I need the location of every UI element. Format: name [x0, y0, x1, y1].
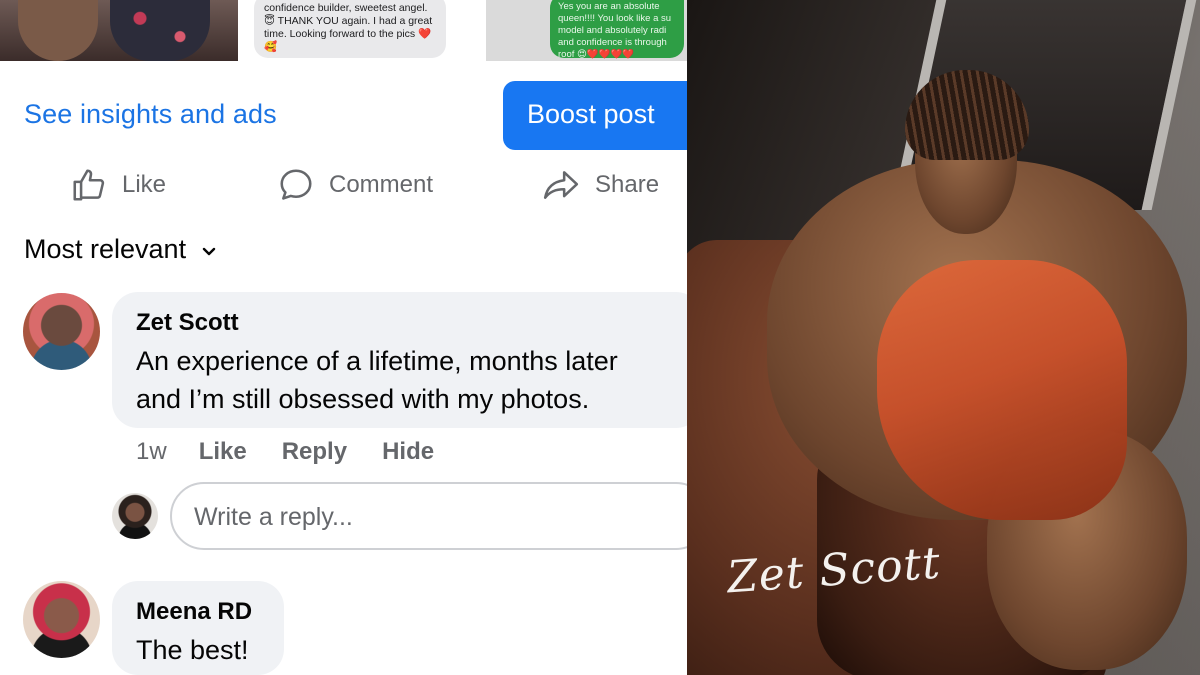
share-label: Share: [595, 171, 660, 198]
post-image-strip[interactable]: confidence builder, sweetest angel. 😇 TH…: [0, 0, 687, 61]
portrait-photo: Zet Scott: [687, 0, 1200, 675]
avatar[interactable]: [23, 293, 100, 370]
comment-label: Comment: [329, 171, 434, 198]
comment-bubble: Zet Scott An experience of a lifetime, m…: [112, 292, 687, 428]
post-thumbnail-message[interactable]: Yes you are an absolute queen!!!! You lo…: [486, 0, 687, 61]
comment-timestamp[interactable]: 1w: [136, 438, 167, 466]
like-label: Like: [122, 171, 167, 198]
reply-input[interactable]: Write a reply...: [170, 482, 687, 550]
chevron-down-icon: [202, 247, 216, 255]
share-button[interactable]: Share: [541, 160, 659, 210]
like-button[interactable]: Like: [70, 160, 166, 210]
comment-text-line: An experience of a lifetime, months late…: [136, 346, 618, 376]
message-bubble-green: Yes you are an absolute queen!!!! You lo…: [550, 0, 684, 60]
speech-bubble-icon: [280, 169, 312, 200]
comment-bubble: Meena RD The best!: [112, 581, 284, 675]
comment-sort-dropdown[interactable]: Most relevant: [24, 234, 216, 265]
facebook-post-panel: confidence builder, sweetest angel. 😇 TH…: [0, 0, 687, 675]
share-arrow-icon: [543, 171, 579, 199]
comment-like-link[interactable]: Like: [199, 438, 247, 466]
thumbs-up-icon: [73, 169, 105, 201]
avatar: [112, 493, 158, 539]
comment-author[interactable]: Zet Scott: [136, 309, 678, 337]
comment-reply-link[interactable]: Reply: [282, 438, 347, 466]
sort-label: Most relevant: [24, 234, 187, 264]
comment-text: The best!: [136, 635, 249, 665]
post-thumbnail-message[interactable]: confidence builder, sweetest angel. 😇 TH…: [246, 0, 478, 61]
see-insights-link[interactable]: See insights and ads: [24, 99, 277, 130]
comment-author[interactable]: Meena RD: [136, 598, 260, 626]
photo-dress: [877, 260, 1127, 520]
comment-button[interactable]: Comment: [277, 160, 433, 210]
message-bubble-grey: confidence builder, sweetest angel. 😇 TH…: [254, 0, 446, 58]
avatar[interactable]: [23, 581, 100, 658]
comment-hide-link[interactable]: Hide: [382, 438, 434, 466]
reaction-bar: Like Comment Share: [0, 160, 687, 212]
boost-post-button[interactable]: Boost post: [503, 81, 687, 150]
post-thumbnail-photo[interactable]: [0, 0, 238, 61]
thumbnail-figure: [110, 0, 210, 61]
comment-text-line: and I’m still obsessed with my photos.: [136, 384, 590, 414]
comment-text: An experience of a lifetime, months late…: [136, 342, 678, 418]
thumbnail-figure: [18, 0, 98, 61]
comment-meta: 1w Like Reply Hide: [136, 438, 469, 466]
